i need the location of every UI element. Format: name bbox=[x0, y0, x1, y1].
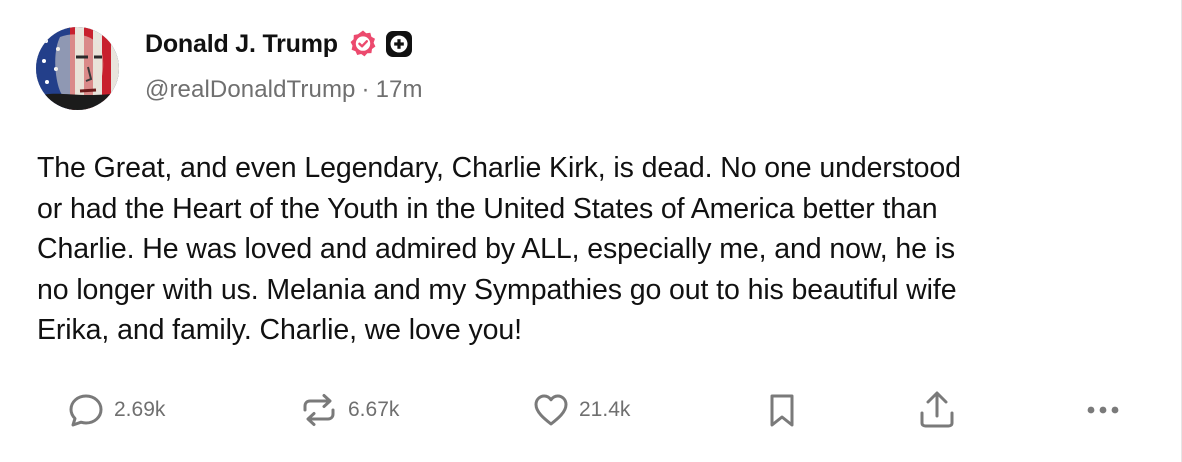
heart-icon bbox=[534, 394, 568, 426]
author-name[interactable]: Donald J. Trump bbox=[145, 30, 338, 59]
more-dots-icon bbox=[1087, 406, 1119, 414]
post-timestamp[interactable]: 17m bbox=[376, 76, 423, 103]
repost-count: 6.67k bbox=[348, 398, 400, 421]
like-count: 21.4k bbox=[579, 398, 631, 421]
like-button[interactable]: 21.4k bbox=[532, 389, 630, 431]
share-upload-icon bbox=[920, 391, 954, 428]
repost-button[interactable]: 6.67k bbox=[299, 389, 399, 431]
speech-bubble-icon bbox=[69, 394, 103, 427]
verified-badge-icon bbox=[350, 30, 376, 57]
action-bar: 2.69k 6.67k 21.4k bbox=[0, 389, 1182, 431]
reply-button[interactable]: 2.69k bbox=[67, 389, 165, 431]
post-body-line: no longer with us. Melania and my Sympat… bbox=[37, 273, 957, 306]
author-meta: @realDonaldTrump · 17m bbox=[145, 76, 423, 104]
avatar[interactable] bbox=[36, 27, 119, 110]
meta-separator: · bbox=[361, 76, 370, 103]
truth-post: Donald J. Trump @realDonaldTrump · 17m The… bbox=[0, 0, 1182, 462]
post-body-line: The Great, and even Legendary, Charlie K… bbox=[37, 152, 961, 184]
share-button[interactable] bbox=[917, 389, 957, 431]
repost-arrows-icon bbox=[303, 394, 335, 426]
author-handle[interactable]: @realDonaldTrump bbox=[145, 76, 356, 103]
more-options-button[interactable] bbox=[1083, 389, 1123, 431]
author-row: Donald J. Trump bbox=[145, 28, 413, 60]
plus-badge-icon bbox=[385, 31, 412, 57]
post-body-line: or had the Heart of the Youth in the Uni… bbox=[37, 192, 938, 225]
bookmark-icon bbox=[770, 394, 794, 427]
bookmark-button[interactable] bbox=[767, 389, 797, 431]
reply-count: 2.69k bbox=[114, 398, 166, 421]
avatar-image bbox=[36, 27, 119, 110]
post-body: The Great, and even Legendary, Charlie K… bbox=[37, 148, 1157, 351]
post-body-line: Erika, and family. Charlie, we love you! bbox=[37, 314, 522, 346]
post-body-line: Charlie. He was loved and admired by ALL… bbox=[37, 233, 956, 265]
